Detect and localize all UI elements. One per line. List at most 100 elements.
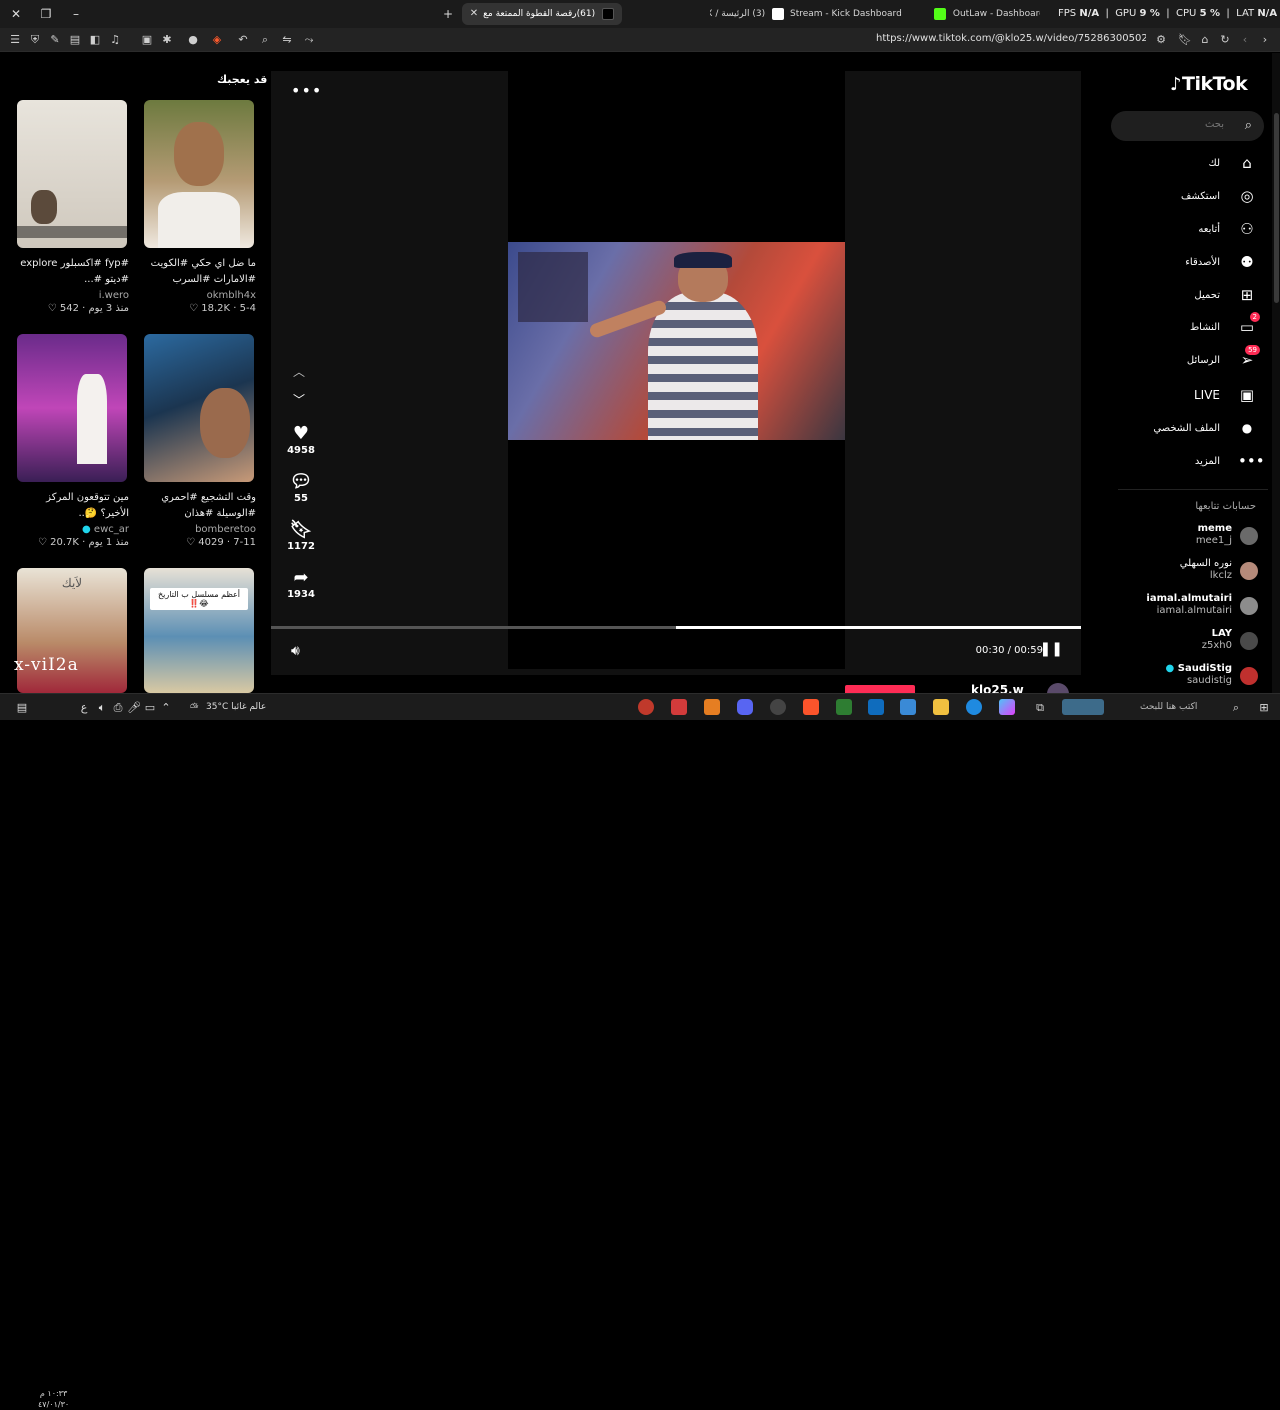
- video-thumbnail[interactable]: [144, 334, 254, 482]
- copilot-icon[interactable]: [999, 699, 1015, 715]
- comment-icon[interactable]: 💬︎: [285, 471, 317, 493]
- follow-button[interactable]: [845, 685, 915, 693]
- search-icon[interactable]: ⌕: [1245, 118, 1252, 133]
- app-icon[interactable]: [704, 699, 720, 715]
- sidebar-icon[interactable]: ◧: [88, 33, 102, 47]
- brave-shield-icon[interactable]: ◈: [210, 33, 224, 47]
- extensions-icon[interactable]: ✱: [160, 33, 174, 47]
- music-icon[interactable]: ♫: [108, 33, 122, 47]
- volume-icon[interactable]: 🔊︎: [291, 643, 300, 659]
- notification-center-icon[interactable]: ▤: [14, 700, 30, 716]
- video-caption[interactable]: ما ضل اي حكي #الكويت #الامارات #السرب #ق…: [144, 256, 256, 288]
- previous-video-icon[interactable]: ︿: [293, 363, 305, 380]
- bookmark-icon[interactable]: 🔖︎: [285, 519, 317, 541]
- followed-account[interactable]: نوره السهلي lkclz: [1118, 558, 1268, 586]
- display-tray-icon[interactable]: ▭: [142, 700, 158, 716]
- tab-x[interactable]: (3) الرئيسة / X: [710, 3, 788, 25]
- menu-icon[interactable]: ☰: [8, 33, 22, 47]
- video-progress-bar[interactable]: [271, 626, 1081, 629]
- next-video-icon[interactable]: ﹀: [293, 391, 305, 408]
- video-thumbnail[interactable]: [17, 334, 127, 482]
- sidebar-item-following[interactable]: أتابعه ⚇: [1106, 220, 1256, 244]
- comment-action[interactable]: 💬︎ 55: [285, 471, 317, 504]
- video-author[interactable]: i.wero: [17, 290, 129, 301]
- video-author[interactable]: okmblh4x: [144, 290, 256, 301]
- language-indicator[interactable]: ع: [76, 700, 92, 716]
- windows-start-icon[interactable]: ⊞: [1256, 700, 1272, 716]
- tab-tiktok[interactable]: (61)رقصة القطوة الممتعة مع: [462, 3, 622, 25]
- address-bar[interactable]: https://www.tiktok.com/@klo25.w/video/75…: [876, 33, 1146, 44]
- suggestion-card[interactable]: وقت التشجيع #احمري #الوسيلة #هذان #القتل…: [144, 334, 256, 548]
- search-input[interactable]: بحث ⌕: [1111, 111, 1264, 141]
- video-thumbnail[interactable]: [144, 100, 254, 248]
- notification-extension-icon[interactable]: ●: [186, 33, 200, 47]
- close-window-icon[interactable]: ✕: [8, 6, 24, 22]
- sidebar-item-foryou[interactable]: لك ⌂: [1106, 154, 1256, 178]
- sidebar-item-profile[interactable]: الملف الشخصي ●: [1106, 419, 1256, 443]
- bookmark-icon[interactable]: 🔖︎: [1178, 33, 1192, 47]
- chevron-up-icon[interactable]: ⌃: [158, 700, 174, 716]
- sidebar-item-upload[interactable]: تحميل ⊞: [1106, 286, 1256, 310]
- shield-icon[interactable]: ⛨: [28, 33, 42, 47]
- scrollbar-thumb[interactable]: [1274, 113, 1279, 303]
- followed-account[interactable]: ● SaudiStig saudistig: [1118, 663, 1268, 691]
- pen-icon[interactable]: ✎: [48, 33, 62, 47]
- search-highlight-image[interactable]: [1062, 699, 1104, 715]
- share-icon[interactable]: ⤳: [302, 33, 316, 47]
- suggestion-card[interactable]: مين تتوقعون المركز الأخير؟ 🤔.. ● ewc_ar …: [17, 334, 129, 548]
- screenshot-icon[interactable]: ▣: [140, 33, 154, 47]
- heart-icon[interactable]: ♥: [285, 423, 317, 445]
- weather-text[interactable]: 35°C عالم غائبا: [206, 702, 266, 712]
- save-action[interactable]: 🔖︎ 1172: [285, 519, 317, 552]
- taskbar-search-input[interactable]: اكتب هنا للبحث: [1140, 702, 1197, 712]
- edge-icon[interactable]: [966, 699, 982, 715]
- followed-account[interactable]: meme mee1_j: [1118, 523, 1268, 551]
- video-frame[interactable]: [508, 242, 845, 440]
- site-settings-icon[interactable]: ⚙: [1154, 33, 1168, 47]
- sidebar-item-live[interactable]: LIVE ▣: [1106, 386, 1256, 410]
- network-tray-icon[interactable]: ⎙: [110, 700, 126, 716]
- video-thumbnail[interactable]: [17, 100, 127, 248]
- suggestion-card[interactable]: #fyp #اكسبلور explore #ديتو #... i.wero …: [17, 100, 129, 314]
- sidebar-item-activity[interactable]: النشاط ▭ 2: [1106, 312, 1260, 342]
- share-arrow-icon[interactable]: ➦: [285, 567, 317, 589]
- tiktok-logo[interactable]: ♪TikTok: [1170, 73, 1248, 95]
- excel-icon[interactable]: [836, 699, 852, 715]
- sidebar-item-friends[interactable]: الأصدقاء ⚉: [1106, 253, 1256, 277]
- video-player[interactable]: ••• ︿ ﹀ ♥ 4958 💬︎ 55 🔖︎ 1172 ➦ 1934 🔊︎ 0…: [271, 71, 1081, 693]
- system-clock[interactable]: ١٠:٣٣ م ٤٧/٠١/٣٠: [38, 1388, 69, 1410]
- discord-icon[interactable]: [737, 699, 753, 715]
- tab-kick-stream[interactable]: Stream - Kick Dashboard: [790, 3, 920, 25]
- store-icon[interactable]: [900, 699, 916, 715]
- followed-account[interactable]: LAY z5xh0: [1118, 628, 1268, 656]
- minimize-window-icon[interactable]: –: [68, 6, 84, 22]
- video-thumbnail[interactable]: أعظم مسلسل ب التاريخ 😂‼️: [144, 568, 254, 693]
- video-caption[interactable]: مين تتوقعون المركز الأخير؟ 🤔..: [17, 490, 129, 522]
- new-tab-icon[interactable]: +: [440, 6, 456, 22]
- video-author[interactable]: ● ewc_ar: [17, 524, 129, 535]
- back-icon[interactable]: ‹: [1238, 33, 1252, 47]
- pause-icon[interactable]: ❚❚: [1040, 641, 1063, 657]
- translate-icon[interactable]: ⇋: [280, 33, 294, 47]
- suggestion-card[interactable]: أعظم مسلسل ب التاريخ 😂‼️: [144, 568, 256, 693]
- video-author[interactable]: bomberetoo: [144, 524, 256, 535]
- page-scrollbar[interactable]: [1272, 53, 1280, 693]
- video-caption[interactable]: #fyp #اكسبلور explore #ديتو #...: [17, 256, 129, 288]
- outlook-icon[interactable]: [868, 699, 884, 715]
- obs-app-icon[interactable]: [638, 699, 654, 715]
- tabs-icon[interactable]: ▤: [68, 33, 82, 47]
- close-tab-icon[interactable]: ✕: [466, 6, 482, 22]
- restore-window-icon[interactable]: ❐: [38, 6, 54, 22]
- more-options-icon[interactable]: •••: [291, 81, 322, 100]
- zoom-icon[interactable]: ⌕: [258, 33, 272, 47]
- file-explorer-icon[interactable]: [933, 699, 949, 715]
- like-action[interactable]: ♥ 4958: [285, 423, 317, 456]
- reload-icon[interactable]: ↻: [1218, 33, 1232, 47]
- search-icon[interactable]: ⌕: [1228, 700, 1244, 716]
- undo-icon[interactable]: ↶: [236, 33, 250, 47]
- brave-browser-icon[interactable]: [803, 699, 819, 715]
- task-view-icon[interactable]: ⧉: [1032, 700, 1048, 716]
- share-action[interactable]: ➦ 1934: [285, 567, 317, 600]
- app-icon[interactable]: [770, 699, 786, 715]
- volume-tray-icon[interactable]: 🔈︎: [94, 700, 110, 716]
